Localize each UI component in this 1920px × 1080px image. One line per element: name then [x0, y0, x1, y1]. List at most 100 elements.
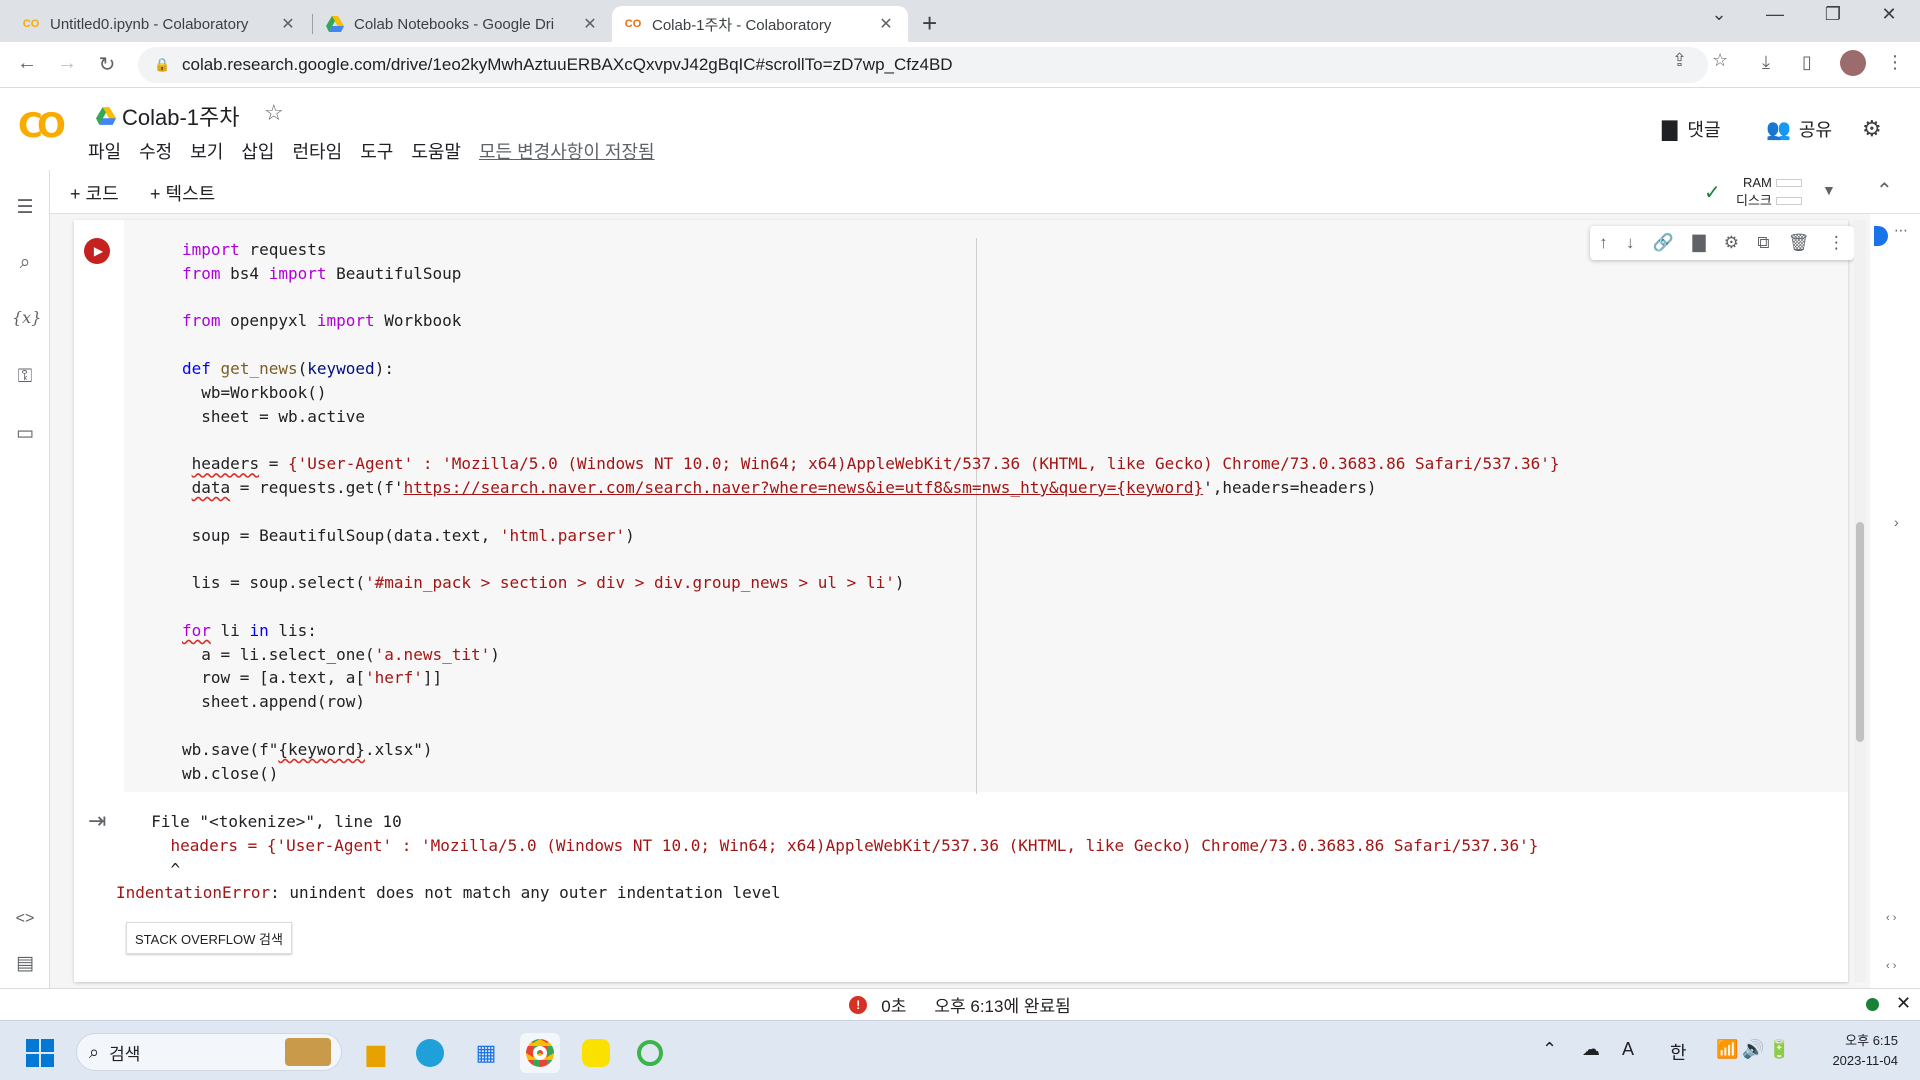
resource-monitor[interactable]: RAM 디스크: [1736, 174, 1802, 210]
tab-search-chevron-icon[interactable]: ⌄: [1696, 4, 1742, 25]
menu-edit[interactable]: 수정: [139, 138, 172, 164]
scrollbar-thumb[interactable]: [1856, 522, 1864, 742]
link-icon[interactable]: 🔗: [1653, 233, 1674, 253]
menu-tools[interactable]: 도구: [360, 138, 393, 164]
reload-icon[interactable]: ↻: [94, 52, 120, 77]
run-cell-button[interactable]: ▶: [84, 238, 110, 264]
side-panel-icon[interactable]: ▯: [1802, 52, 1812, 73]
ime-mode-letter[interactable]: A: [1622, 1039, 1634, 1060]
error-status-icon: !: [849, 995, 868, 1014]
close-tab-icon[interactable]: ✕: [278, 14, 298, 34]
code-token: 'html.parser': [499, 525, 626, 545]
add-text-button[interactable]: + 텍스트: [150, 180, 215, 206]
delete-trash-icon[interactable]: 🗑: [1788, 233, 1810, 253]
code-editor[interactable]: import requests from bs4 import Beautifu…: [124, 220, 1902, 794]
table-of-contents-icon[interactable]: ☰: [12, 196, 38, 219]
code-cell[interactable]: ▶ import requests from bs4 import Beauti…: [74, 220, 1902, 982]
execution-completed[interactable]: 오후 6:13에 완료됨: [934, 992, 1070, 1017]
windows-start-icon[interactable]: [26, 1039, 54, 1067]
tab-untitled0[interactable]: CO Untitled0.ipynb - Colaboratory ✕: [10, 6, 310, 42]
cell-action-toolbar: ↑ ↓ 🔗 ▇ ⚙ ⧉ 🗑 ⋮: [1590, 226, 1854, 260]
cell-toolbar: + 코드 + 텍스트 ✓ RAM 디스크 ▼ ⌃: [50, 170, 1920, 214]
menu-insert[interactable]: 삽입: [241, 138, 274, 164]
more-options-icon[interactable]: ⋮: [1828, 233, 1845, 253]
forward-arrow-icon[interactable]: →: [54, 52, 80, 75]
back-arrow-icon[interactable]: ←: [14, 52, 40, 75]
taskbar-search[interactable]: ⌕ 검색: [76, 1033, 342, 1071]
search-icon[interactable]: ⌕: [12, 252, 38, 274]
wifi-icon[interactable]: 📶: [1716, 1039, 1738, 1060]
new-tab-button[interactable]: +: [922, 8, 937, 39]
code-token: {'User-Agent' : 'Mozilla/5.0 (Windows NT…: [287, 454, 1560, 474]
browser-menu-icon[interactable]: ⋮: [1886, 52, 1904, 73]
add-code-button[interactable]: + 코드: [70, 180, 119, 206]
bookmark-star-icon[interactable]: ☆: [1712, 50, 1728, 71]
star-notebook-icon[interactable]: ☆: [264, 100, 284, 126]
output-clear-icon[interactable]: ⇥: [88, 808, 106, 834]
close-status-icon[interactable]: ✕: [1896, 993, 1911, 1014]
green-circle-app-icon[interactable]: [630, 1033, 670, 1073]
comment-icon[interactable]: ▇: [1692, 233, 1705, 253]
close-window-button[interactable]: ✕: [1866, 4, 1912, 25]
colab-favicon-icon: CO: [22, 18, 40, 30]
files-folder-icon[interactable]: ▭: [12, 422, 38, 445]
tab-colab-1week[interactable]: CO Colab-1주차 - Colaboratory ✕: [612, 6, 908, 42]
cell-settings-gear-icon[interactable]: ⚙: [1724, 233, 1739, 253]
taskbar-clock[interactable]: 오후 6:15 2023-11-04: [1808, 1031, 1898, 1071]
file-explorer-icon[interactable]: ▆: [356, 1033, 396, 1073]
minimize-button[interactable]: —: [1752, 4, 1798, 25]
profile-avatar[interactable]: [1840, 50, 1866, 76]
left-sidebar: ☰ ⌕ {x} ⚿ ▭ <> ▤: [0, 170, 50, 988]
secrets-key-icon[interactable]: ⚿: [12, 366, 38, 388]
maximize-button[interactable]: ❐: [1810, 4, 1856, 25]
code-token: wb.close(): [182, 763, 279, 783]
menu-runtime[interactable]: 런타임: [293, 138, 343, 164]
code-text[interactable]: import requests from bs4 import Beautifu…: [182, 238, 1560, 785]
saved-status[interactable]: 모든 변경사항이 저장됨: [479, 138, 655, 164]
runtime-dropdown-icon[interactable]: ▼: [1822, 182, 1836, 198]
search-stackoverflow-button[interactable]: STACK OVERFLOW 검색: [126, 922, 292, 954]
clock-time: 오후 6:15: [1845, 1033, 1898, 1048]
address-bar[interactable]: 🔒 colab.research.google.com/drive/1eo2ky…: [138, 47, 1708, 83]
tab-colab-notebooks[interactable]: Colab Notebooks - Google Dri ✕: [314, 6, 612, 42]
ime-korean-indicator[interactable]: 한: [1670, 1039, 1687, 1065]
microsoft-store-icon[interactable]: ▦: [466, 1033, 506, 1073]
command-palette-icon[interactable]: ▤: [12, 952, 38, 975]
show-hidden-icons-chevron[interactable]: ⌃: [1542, 1039, 1557, 1060]
menu-file[interactable]: 파일: [88, 138, 121, 164]
close-tab-icon[interactable]: ✕: [876, 14, 896, 34]
edge-browser-icon[interactable]: [410, 1033, 450, 1073]
notebook-scrollbar[interactable]: [1854, 220, 1866, 982]
settings-gear-icon[interactable]: ⚙: [1862, 116, 1882, 142]
share-page-icon[interactable]: ⇪: [1672, 50, 1687, 71]
people-icon: 👥: [1766, 118, 1791, 141]
more-icon[interactable]: ⋯: [1894, 222, 1908, 239]
colab-logo[interactable]: CO: [18, 106, 66, 146]
scroll-arrows-icon[interactable]: ‹ ›: [1886, 960, 1896, 972]
share-button[interactable]: 👥 공유: [1766, 116, 1832, 142]
close-tab-icon[interactable]: ✕: [580, 14, 600, 34]
code-token: 'a.news_tit': [374, 644, 491, 664]
variables-icon[interactable]: {x}: [12, 308, 41, 327]
code-token: = requests.get(f': [230, 477, 404, 497]
comment-icon: ▇: [1662, 118, 1678, 141]
collapse-header-icon[interactable]: ⌃: [1876, 178, 1893, 203]
mirror-cell-icon[interactable]: ⧉: [1757, 233, 1769, 253]
scroll-arrows-icon[interactable]: ‹ ›: [1886, 912, 1896, 924]
volume-icon[interactable]: 🔊: [1742, 1039, 1764, 1060]
gemini-tab-icon[interactable]: [1874, 226, 1888, 246]
code-snippets-icon[interactable]: <>: [12, 910, 38, 928]
comments-button[interactable]: ▇ 댓글: [1662, 116, 1721, 142]
expand-arrow-icon[interactable]: ›: [1894, 514, 1899, 530]
kakaotalk-icon[interactable]: [576, 1033, 616, 1073]
menu-help[interactable]: 도움말: [411, 138, 461, 164]
battery-icon[interactable]: 🔋: [1768, 1039, 1790, 1060]
move-up-icon[interactable]: ↑: [1599, 233, 1608, 253]
notebook-title[interactable]: Colab-1주차: [96, 100, 240, 132]
notebook-title-text: Colab-1주차: [122, 105, 240, 130]
menu-view[interactable]: 보기: [190, 138, 223, 164]
move-down-icon[interactable]: ↓: [1626, 233, 1635, 253]
download-icon[interactable]: ⤓: [1762, 52, 1770, 73]
onedrive-cloud-icon[interactable]: ☁: [1582, 1039, 1600, 1060]
chrome-browser-icon[interactable]: [520, 1033, 560, 1073]
